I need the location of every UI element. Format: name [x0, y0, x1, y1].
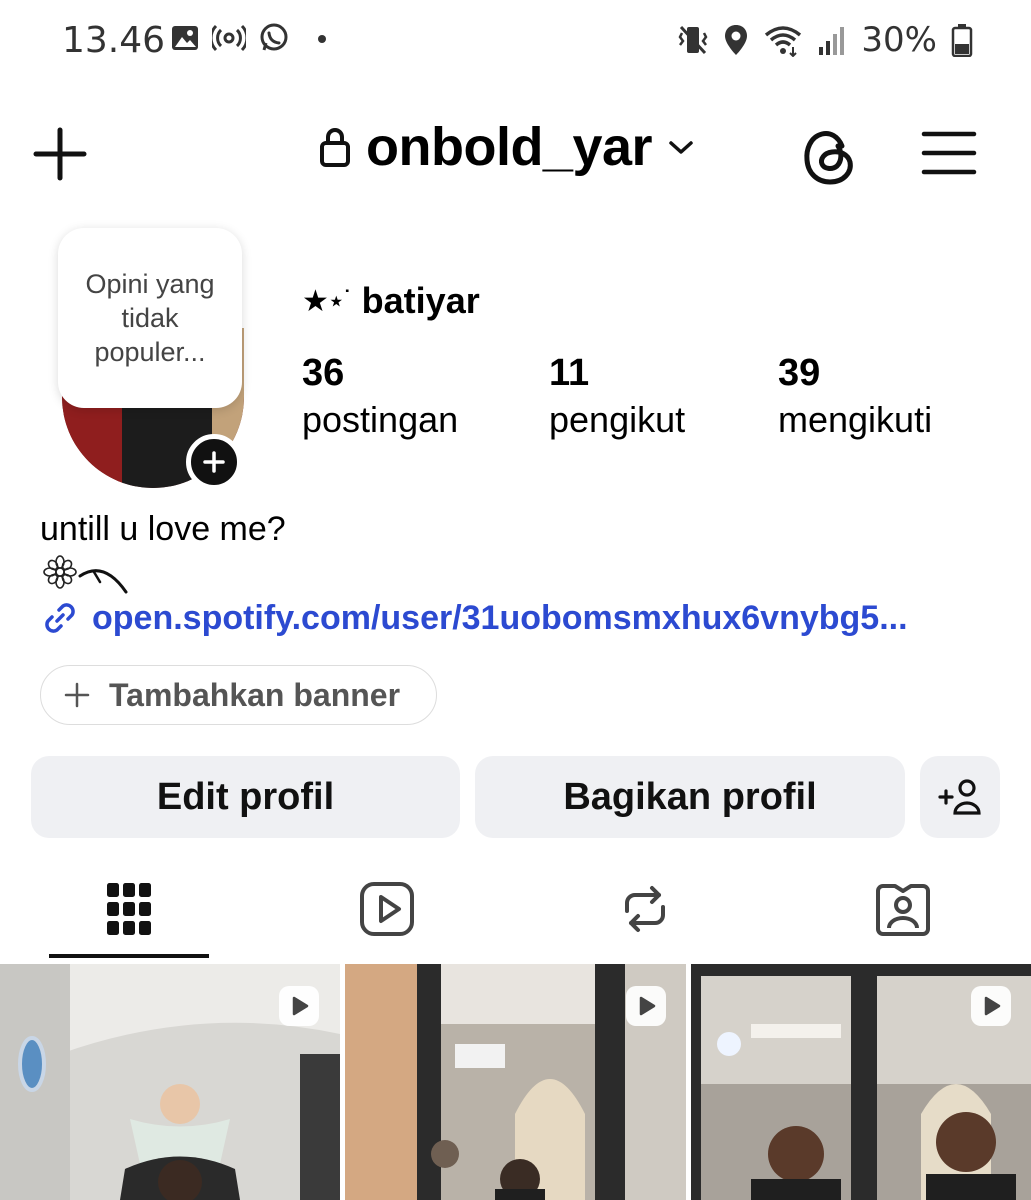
stat-value: 11: [549, 352, 590, 394]
vibrate-icon: [678, 25, 708, 55]
stat-label: mengikuti: [778, 399, 933, 440]
stat-followers[interactable]: 11 pengikut: [549, 352, 685, 441]
display-name: ★⋆˙ batiyar: [302, 280, 480, 322]
share-profile-label: Bagikan profil: [563, 775, 817, 818]
stat-label: pengikut: [549, 399, 686, 440]
stat-posts[interactable]: 36 postingan: [302, 352, 458, 441]
battery-icon: [951, 24, 973, 57]
wifi-icon: [765, 26, 802, 57]
plus-icon: [64, 682, 90, 708]
lock-icon: [320, 128, 350, 167]
dot-icon: [318, 35, 326, 43]
grid-post[interactable]: [0, 964, 340, 1200]
stat-label: postingan: [302, 399, 459, 440]
avatar[interactable]: Opini yang tidak populer...: [58, 228, 248, 490]
profile-top-bar: onbold_yar: [0, 110, 1031, 195]
stat-following[interactable]: 39 mengikuti: [778, 352, 932, 441]
status-time: 13.46: [62, 20, 166, 61]
discover-people-button[interactable]: [920, 756, 1000, 838]
link-icon: [45, 603, 75, 633]
stat-value: 36: [302, 352, 345, 394]
account-switcher[interactable]: onbold_yar: [318, 116, 696, 178]
chevron-down-icon: [669, 141, 693, 154]
add-story-button[interactable]: [186, 434, 242, 490]
posts-grid: [0, 964, 1031, 1200]
battery-percent: 30%: [861, 20, 937, 60]
threads-icon[interactable]: [800, 124, 858, 188]
edit-profile-button[interactable]: Edit profil: [31, 756, 460, 838]
note-bubble[interactable]: Opini yang tidak populer...: [58, 228, 242, 408]
add-banner-button[interactable]: Tambahkan banner: [40, 665, 437, 725]
plus-icon: [203, 451, 225, 473]
tab-posts[interactable]: [0, 860, 258, 958]
display-name-text: batiyar: [361, 280, 480, 321]
stat-value: 39: [778, 352, 821, 394]
signal-icon: [819, 27, 845, 55]
reposts-icon: [625, 886, 665, 932]
bio-link[interactable]: open.spotify.com/user/31uobomsmxhux6vnyb…: [40, 598, 908, 638]
profile-username: onbold_yar: [366, 117, 653, 177]
share-profile-button[interactable]: Bagikan profil: [475, 756, 905, 838]
tab-reposts[interactable]: [516, 860, 774, 958]
flower-icon: [42, 552, 132, 601]
tab-tagged[interactable]: [774, 860, 1031, 958]
tagged-icon: [876, 884, 930, 936]
note-text: Opini yang tidak populer...: [85, 269, 215, 367]
menu-icon[interactable]: [920, 124, 978, 182]
whatsapp-icon: [260, 23, 288, 51]
grid-post[interactable]: [691, 964, 1031, 1200]
grid-post[interactable]: [345, 964, 686, 1200]
reels-icon: [360, 882, 414, 936]
profile-tabs: [0, 860, 1031, 960]
tab-reels[interactable]: [258, 860, 516, 958]
reel-badge-icon: [971, 986, 1011, 1026]
edit-profile-label: Edit profil: [156, 775, 335, 818]
bio-text: untill u love me?: [40, 510, 286, 548]
add-person-icon: [938, 779, 981, 815]
reel-badge-icon: [279, 986, 319, 1026]
link-text[interactable]: open.spotify.com/user/31uobomsmxhux6vnyb…: [92, 599, 908, 638]
status-bar: 13.46 30%: [0, 0, 1031, 82]
plus-icon[interactable]: [30, 124, 90, 184]
gallery-icon: [172, 26, 198, 50]
location-icon: [725, 25, 748, 55]
reel-badge-icon: [626, 986, 666, 1026]
active-tab-indicator: [49, 954, 209, 958]
name-prefix: ★⋆˙: [302, 284, 354, 318]
grid-icon: [107, 883, 151, 935]
broadcast-icon: [212, 24, 246, 52]
add-banner-label: Tambahkan banner: [109, 676, 401, 713]
